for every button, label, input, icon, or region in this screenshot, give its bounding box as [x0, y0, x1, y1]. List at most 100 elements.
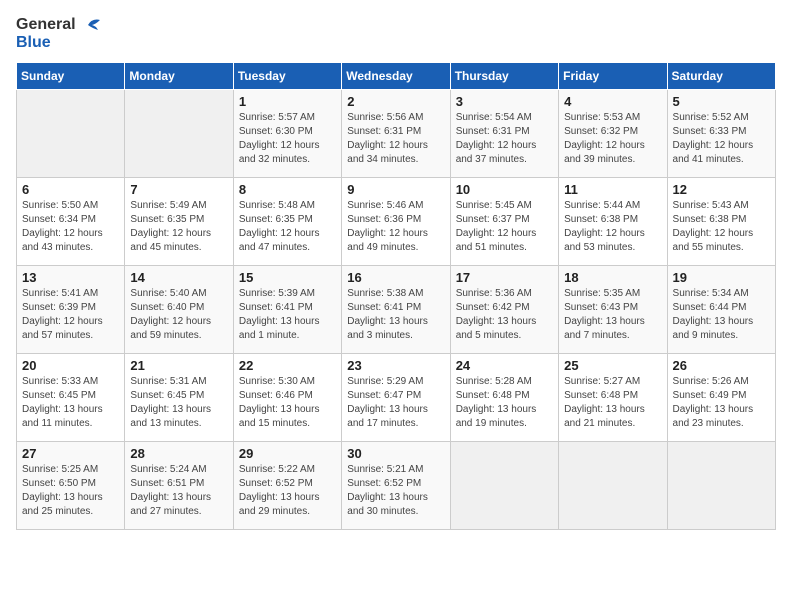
day-info: Sunrise: 5:28 AMSunset: 6:48 PMDaylight:…: [456, 375, 553, 431]
header-day-saturday: Saturday: [667, 62, 775, 89]
logo-container: General Blue: [16, 16, 100, 52]
calendar-week-1: 1Sunrise: 5:57 AMSunset: 6:30 PMDaylight…: [17, 89, 776, 177]
table-row: 30 Sunrise: 5:21 AMSunset: 6:52 PMDayligh…: [342, 441, 450, 529]
day-info: Sunrise: 5:25 AMSunset: 6:50 PMDaylight:…: [22, 463, 119, 519]
day-info: Sunrise: 5:56 AMSunset: 6:31 PMDaylight:…: [347, 111, 444, 167]
table-row: 4 Sunrise: 5:53 AMSunset: 6:32 PMDaylight…: [559, 89, 667, 177]
table-row: 17 Sunrise: 5:36 AMSunset: 6:42 PMDayligh…: [450, 265, 558, 353]
calendar-table: SundayMondayTuesdayWednesdayThursdayFrid…: [16, 62, 776, 530]
table-row: 29 Sunrise: 5:22 AMSunset: 6:52 PMDayligh…: [233, 441, 341, 529]
day-number: 19: [673, 270, 770, 285]
calendar-week-4: 20 Sunrise: 5:33 AMSunset: 6:45 PMDayligh…: [17, 353, 776, 441]
table-row: [450, 441, 558, 529]
day-number: 9: [347, 182, 444, 197]
table-row: [559, 441, 667, 529]
day-number: 11: [564, 182, 661, 197]
header-day-tuesday: Tuesday: [233, 62, 341, 89]
table-row: 3 Sunrise: 5:54 AMSunset: 6:31 PMDaylight…: [450, 89, 558, 177]
day-info: Sunrise: 5:52 AMSunset: 6:33 PMDaylight:…: [673, 111, 770, 167]
day-number: 5: [673, 94, 770, 109]
table-row: 14 Sunrise: 5:40 AMSunset: 6:40 PMDayligh…: [125, 265, 233, 353]
day-number: 17: [456, 270, 553, 285]
day-number: 18: [564, 270, 661, 285]
day-number: 8: [239, 182, 336, 197]
header-day-sunday: Sunday: [17, 62, 125, 89]
day-number: 7: [130, 182, 227, 197]
day-info: Sunrise: 5:49 AMSunset: 6:35 PMDaylight:…: [130, 199, 227, 255]
table-row: 15 Sunrise: 5:39 AMSunset: 6:41 PMDayligh…: [233, 265, 341, 353]
table-row: 28Sunrise: 5:24 AMSunset: 6:51 PMDayligh…: [125, 441, 233, 529]
header-day-wednesday: Wednesday: [342, 62, 450, 89]
table-row: [17, 89, 125, 177]
day-number: 20: [22, 358, 119, 373]
header-day-monday: Monday: [125, 62, 233, 89]
day-number: 29: [239, 446, 336, 461]
day-info: Sunrise: 5:24 AMSunset: 6:51 PMDaylight:…: [130, 463, 227, 519]
table-row: 12 Sunrise: 5:43 AMSunset: 6:38 PMDayligh…: [667, 177, 775, 265]
day-info: Sunrise: 5:21 AMSunset: 6:52 PMDaylight:…: [347, 463, 444, 519]
table-row: 16Sunrise: 5:38 AMSunset: 6:41 PMDayligh…: [342, 265, 450, 353]
day-number: 12: [673, 182, 770, 197]
day-info: Sunrise: 5:26 AMSunset: 6:49 PMDaylight:…: [673, 375, 770, 431]
table-row: [125, 89, 233, 177]
day-number: 14: [130, 270, 227, 285]
day-info: Sunrise: 5:50 AMSunset: 6:34 PMDaylight:…: [22, 199, 119, 255]
day-info: Sunrise: 5:57 AMSunset: 6:30 PMDaylight:…: [239, 111, 336, 167]
table-row: 26 Sunrise: 5:26 AMSunset: 6:49 PMDayligh…: [667, 353, 775, 441]
day-info: Sunrise: 5:35 AMSunset: 6:43 PMDaylight:…: [564, 287, 661, 343]
day-number: 6: [22, 182, 119, 197]
calendar-week-5: 27 Sunrise: 5:25 AMSunset: 6:50 PMDayligh…: [17, 441, 776, 529]
day-info: Sunrise: 5:22 AMSunset: 6:52 PMDaylight:…: [239, 463, 336, 519]
table-row: 9Sunrise: 5:46 AMSunset: 6:36 PMDaylight…: [342, 177, 450, 265]
day-number: 27: [22, 446, 119, 461]
day-info: Sunrise: 5:38 AMSunset: 6:41 PMDaylight:…: [347, 287, 444, 343]
table-row: 1Sunrise: 5:57 AMSunset: 6:30 PMDaylight…: [233, 89, 341, 177]
day-number: 3: [456, 94, 553, 109]
header-day-friday: Friday: [559, 62, 667, 89]
day-info: Sunrise: 5:39 AMSunset: 6:41 PMDaylight:…: [239, 287, 336, 343]
table-row: [667, 441, 775, 529]
day-number: 25: [564, 358, 661, 373]
day-number: 15: [239, 270, 336, 285]
table-row: 13 Sunrise: 5:41 AMSunset: 6:39 PMDayligh…: [17, 265, 125, 353]
logo: General Blue: [16, 16, 100, 52]
table-row: 21 Sunrise: 5:31 AMSunset: 6:45 PMDayligh…: [125, 353, 233, 441]
day-info: Sunrise: 5:31 AMSunset: 6:45 PMDaylight:…: [130, 375, 227, 431]
page-header: General Blue: [16, 16, 776, 52]
day-info: Sunrise: 5:33 AMSunset: 6:45 PMDaylight:…: [22, 375, 119, 431]
day-info: Sunrise: 5:36 AMSunset: 6:42 PMDaylight:…: [456, 287, 553, 343]
header-day-thursday: Thursday: [450, 62, 558, 89]
day-number: 13: [22, 270, 119, 285]
table-row: 23Sunrise: 5:29 AMSunset: 6:47 PMDayligh…: [342, 353, 450, 441]
day-number: 10: [456, 182, 553, 197]
day-info: Sunrise: 5:53 AMSunset: 6:32 PMDaylight:…: [564, 111, 661, 167]
logo-bird-icon: [78, 16, 100, 34]
day-info: Sunrise: 5:43 AMSunset: 6:38 PMDaylight:…: [673, 199, 770, 255]
table-row: 25 Sunrise: 5:27 AMSunset: 6:48 PMDayligh…: [559, 353, 667, 441]
day-info: Sunrise: 5:40 AMSunset: 6:40 PMDaylight:…: [130, 287, 227, 343]
table-row: 6 Sunrise: 5:50 AMSunset: 6:34 PMDaylight…: [17, 177, 125, 265]
day-number: 30: [347, 446, 444, 461]
day-info: Sunrise: 5:29 AMSunset: 6:47 PMDaylight:…: [347, 375, 444, 431]
table-row: 24Sunrise: 5:28 AMSunset: 6:48 PMDayligh…: [450, 353, 558, 441]
day-info: Sunrise: 5:27 AMSunset: 6:48 PMDaylight:…: [564, 375, 661, 431]
day-info: Sunrise: 5:30 AMSunset: 6:46 PMDaylight:…: [239, 375, 336, 431]
table-row: 8 Sunrise: 5:48 AMSunset: 6:35 PMDaylight…: [233, 177, 341, 265]
table-row: 20 Sunrise: 5:33 AMSunset: 6:45 PMDayligh…: [17, 353, 125, 441]
table-row: 18 Sunrise: 5:35 AMSunset: 6:43 PMDayligh…: [559, 265, 667, 353]
logo-text-general: General: [16, 16, 76, 34]
table-row: 10 Sunrise: 5:45 AMSunset: 6:37 PMDayligh…: [450, 177, 558, 265]
day-info: Sunrise: 5:44 AMSunset: 6:38 PMDaylight:…: [564, 199, 661, 255]
day-info: Sunrise: 5:45 AMSunset: 6:37 PMDaylight:…: [456, 199, 553, 255]
day-info: Sunrise: 5:54 AMSunset: 6:31 PMDaylight:…: [456, 111, 553, 167]
day-info: Sunrise: 5:41 AMSunset: 6:39 PMDaylight:…: [22, 287, 119, 343]
calendar-week-3: 13 Sunrise: 5:41 AMSunset: 6:39 PMDayligh…: [17, 265, 776, 353]
day-info: Sunrise: 5:48 AMSunset: 6:35 PMDaylight:…: [239, 199, 336, 255]
day-number: 4: [564, 94, 661, 109]
logo-text-blue: Blue: [16, 34, 100, 52]
day-number: 26: [673, 358, 770, 373]
table-row: 5 Sunrise: 5:52 AMSunset: 6:33 PMDaylight…: [667, 89, 775, 177]
table-row: 22Sunrise: 5:30 AMSunset: 6:46 PMDayligh…: [233, 353, 341, 441]
day-number: 2: [347, 94, 444, 109]
day-number: 21: [130, 358, 227, 373]
